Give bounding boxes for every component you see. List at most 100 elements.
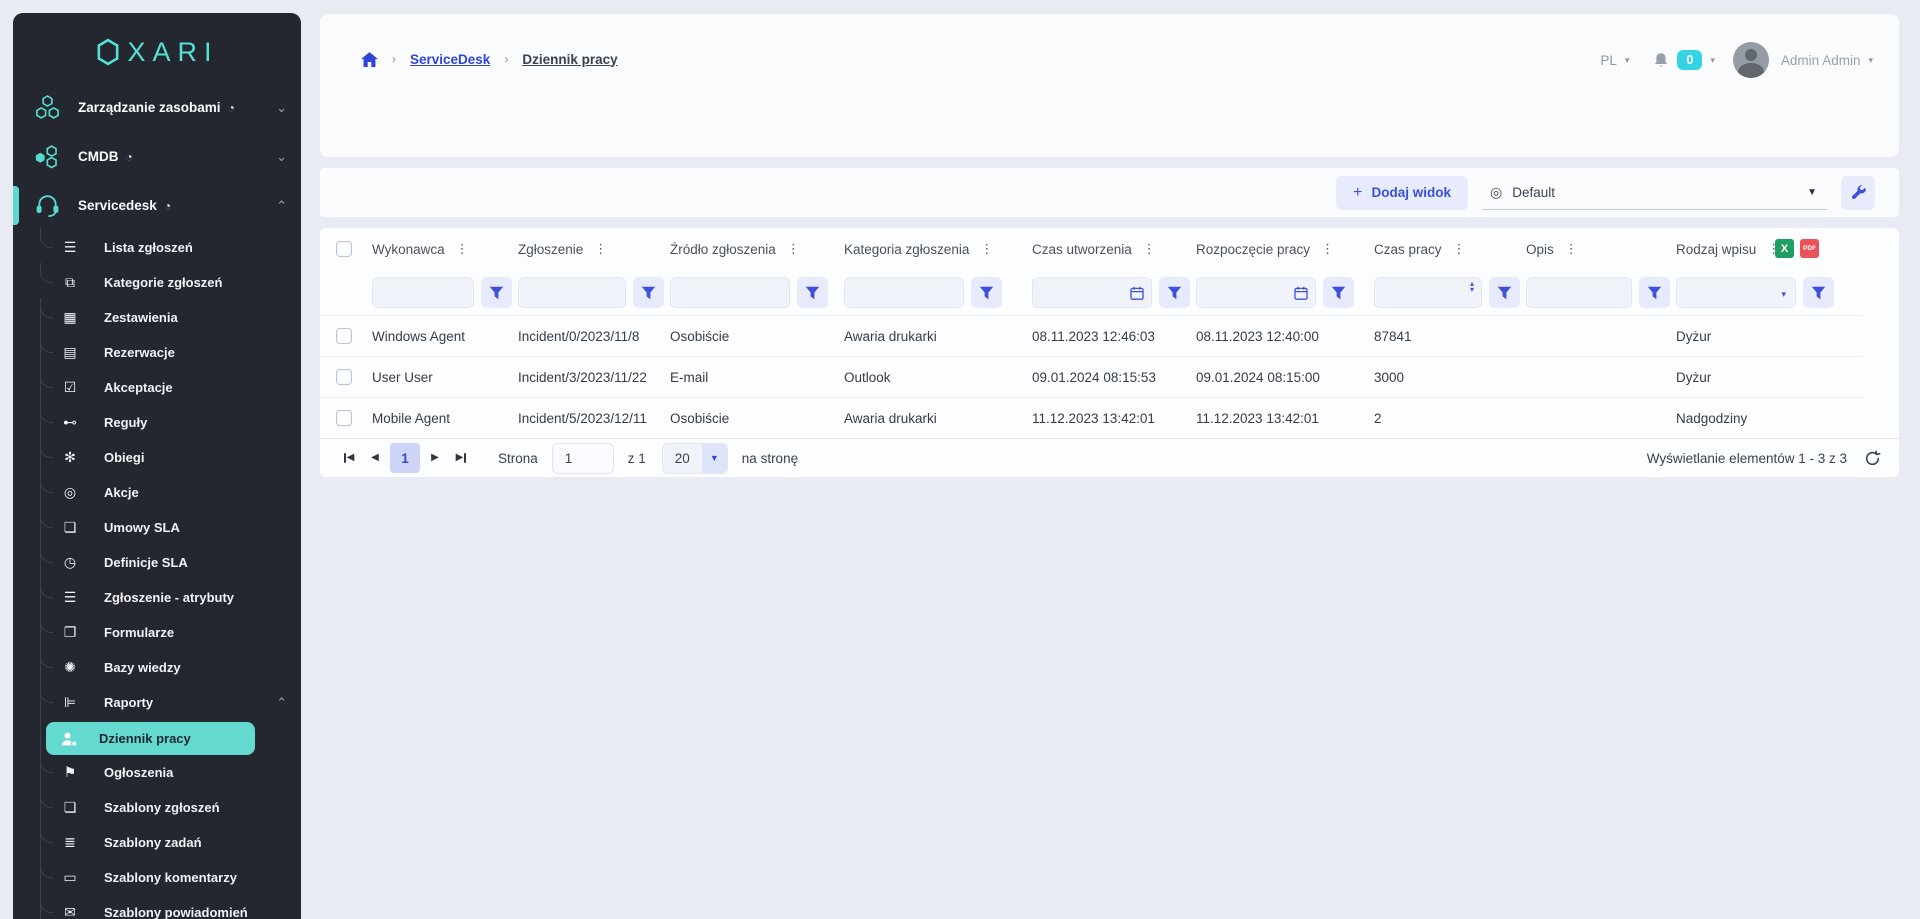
sidebar-item-zestawienia[interactable]: ▦Zestawienia (13, 300, 301, 335)
chevron-up-icon[interactable]: ⌃ (276, 202, 287, 210)
export-excel-icon[interactable]: X (1775, 239, 1794, 258)
filter-input[interactable] (1527, 278, 1631, 307)
sidebar-item-akceptacje[interactable]: ☑Akceptacje (13, 370, 301, 405)
page-size-selector[interactable]: 20 ▼ (662, 443, 728, 474)
column-header-rodzaj-wpisu[interactable]: Rodzaj wpisu⋮ (1670, 241, 1863, 257)
column-header-zgloszenie[interactable]: Zgłoszenie⋮ (512, 241, 664, 257)
filter-button-rodzaj-wpisu[interactable] (1803, 277, 1834, 308)
sidebar-item-raporty[interactable]: ⊫Raporty⌃ (13, 685, 301, 720)
filter-button-zgloszenie[interactable] (633, 277, 664, 308)
page-number-input[interactable] (552, 443, 614, 474)
sidebar-item-definicje-sla[interactable]: ◷Definicje SLA (13, 545, 301, 580)
sidebar-item-servicedesk[interactable]: Servicedesk◔⌃ (13, 181, 301, 230)
sidebar-item-lista-zgloszen[interactable]: ☰Lista zgłoszeń (13, 230, 301, 265)
column-header-czas-utworzenia[interactable]: Czas utworzenia⋮ (1026, 241, 1190, 257)
chevron-up-icon[interactable]: ⌃ (276, 699, 287, 707)
sidebar-item-szablony-powiadomien[interactable]: ✉Szablony powiadomień (13, 895, 301, 919)
row-checkbox[interactable] (336, 410, 352, 426)
chevron-down-icon[interactable]: ▾ (1625, 55, 1630, 66)
sidebar-item-ogloszenia[interactable]: ⚑Ogłoszenia (13, 755, 301, 790)
filter-input[interactable] (845, 278, 963, 307)
filter-input[interactable] (519, 278, 625, 307)
breadcrumb-dziennik-pracy[interactable]: Dziennik pracy (522, 52, 617, 67)
sidebar-item-szablony-komentarzy[interactable]: ▭Szablony komentarzy (13, 860, 301, 895)
filter-input[interactable] (1677, 278, 1795, 307)
table-row[interactable]: Mobile AgentIncident/5/2023/12/11Osobiśc… (320, 397, 1863, 438)
column-header-zrodlo-zgloszenia[interactable]: Źródło zgłoszenia⋮ (664, 241, 838, 257)
filter-input[interactable] (671, 278, 789, 307)
add-view-button[interactable]: + Dodaj widok (1336, 176, 1468, 210)
column-header-opis[interactable]: Opis⋮ (1520, 241, 1670, 257)
filter-button-kategoria-zgloszenia[interactable] (971, 277, 1002, 308)
tree-connector (40, 893, 53, 913)
home-icon[interactable] (361, 52, 378, 67)
filter-button-czas-utworzenia[interactable] (1159, 277, 1190, 308)
column-menu-icon[interactable]: ⋮ (1321, 241, 1334, 257)
language-selector[interactable]: PL (1600, 53, 1617, 68)
view-selector[interactable]: ◎ Default ▼ (1482, 176, 1827, 210)
calendar-icon[interactable] (1130, 286, 1144, 305)
page-1-button[interactable]: 1 (390, 443, 420, 473)
sidebar-item-formularze[interactable]: ❐Formularze (13, 615, 301, 650)
last-page-button[interactable]: ▶ (448, 445, 474, 471)
number-spinner[interactable]: ▴▾ (1470, 281, 1474, 293)
sidebar-item-szablony-zgloszen[interactable]: ❏Szablony zgłoszeń (13, 790, 301, 825)
column-menu-icon[interactable]: ⋮ (594, 241, 607, 257)
row-checkbox[interactable] (336, 328, 352, 344)
export-pdf-icon[interactable]: PDF (1800, 239, 1819, 258)
filter-button-wykonawca[interactable] (481, 277, 512, 308)
sidebar-item-zarzadzanie-zasobami[interactable]: Zarządzanie zasobami◔⌄ (13, 83, 301, 132)
bell-icon[interactable] (1653, 52, 1669, 69)
sidebar-item-rezerwacje[interactable]: ▤Rezerwacje (13, 335, 301, 370)
column-menu-icon[interactable]: ⋮ (980, 241, 993, 257)
column-header-wykonawca[interactable]: Wykonawca⋮ (366, 241, 512, 257)
sidebar-item-dziennik-pracy[interactable]: Dziennik pracy (46, 722, 255, 755)
row-checkbox[interactable] (336, 369, 352, 385)
filter-input-czas-pracy: ▴▾ (1374, 277, 1482, 308)
column-menu-icon[interactable]: ⋮ (1453, 241, 1466, 257)
sidebar-item-cmdb[interactable]: CMDB◔⌄ (13, 132, 301, 181)
table-row[interactable]: User UserIncident/3/2023/11/22E-mailOutl… (320, 356, 1863, 397)
sidebar-item-zgloszenie-atrybuty[interactable]: ☰Zgłoszenie - atrybuty (13, 580, 301, 615)
sidebar-item-umowy-sla[interactable]: ❏Umowy SLA (13, 510, 301, 545)
sidebar-item-obiegi[interactable]: ✻Obiegi (13, 440, 301, 475)
cell-czas-pracy: 2 (1368, 411, 1520, 426)
sidebar-item-szablony-zadan[interactable]: ≣Szablony zadań (13, 825, 301, 860)
column-menu-icon[interactable]: ⋮ (787, 241, 800, 257)
column-header-rozpoczecie-pracy[interactable]: Rozpoczęcie pracy⋮ (1190, 241, 1368, 257)
filter-button-zrodlo-zgloszenia[interactable] (797, 277, 828, 308)
filter-button-opis[interactable] (1639, 277, 1670, 308)
filter-cell-opis (1520, 277, 1670, 308)
column-menu-icon[interactable]: ⋮ (1565, 241, 1578, 257)
refresh-icon[interactable] (1864, 450, 1881, 467)
column-menu-icon[interactable]: ⋮ (1143, 241, 1156, 257)
filter-input[interactable] (373, 278, 473, 307)
calendar-icon[interactable] (1294, 286, 1308, 305)
chevron-down-icon[interactable]: ▾ (1868, 55, 1873, 66)
view-selected-label: Default (1512, 185, 1807, 200)
chevron-down-icon[interactable]: ⌄ (276, 153, 287, 161)
chevron-down-icon[interactable]: ⌄ (276, 104, 287, 112)
sidebar-item-kategorie-zgloszen[interactable]: ⧉Kategorie zgłoszeń (13, 265, 301, 300)
first-page-button[interactable]: ◀ (336, 445, 362, 471)
breadcrumb-servicedesk[interactable]: ServiceDesk (410, 52, 490, 67)
sidebar-item-akcje[interactable]: ◎Akcje (13, 475, 301, 510)
table-settings-button[interactable] (1841, 176, 1875, 210)
column-menu-icon[interactable]: ⋮ (456, 241, 469, 257)
filter-input-rozpoczecie-pracy (1196, 277, 1316, 308)
column-header-czas-pracy[interactable]: Czas pracy⋮ (1368, 241, 1520, 257)
filter-input[interactable] (1375, 278, 1481, 307)
filter-button-czas-pracy[interactable] (1489, 277, 1520, 308)
table-row[interactable]: Windows AgentIncident/0/2023/11/8Osobiśc… (320, 315, 1863, 356)
sidebar-item-reguly[interactable]: ⊷Reguły (13, 405, 301, 440)
avatar[interactable] (1733, 42, 1769, 78)
previous-page-button[interactable]: ◀ (362, 445, 388, 471)
filter-button-rozpoczecie-pracy[interactable] (1323, 277, 1354, 308)
next-page-button[interactable]: ▶ (422, 445, 448, 471)
select-all-checkbox[interactable] (336, 241, 352, 257)
user-menu[interactable]: Admin Admin (1781, 53, 1861, 68)
column-header-kategoria-zgloszenia[interactable]: Kategoria zgłoszenia⋮ (838, 241, 1026, 257)
sidebar-item-bazy-wiedzy[interactable]: ✺Bazy wiedzy (13, 650, 301, 685)
chevron-down-icon[interactable]: ▾ (1710, 55, 1715, 66)
chevron-down-icon[interactable]: ▾ (1781, 289, 1786, 300)
